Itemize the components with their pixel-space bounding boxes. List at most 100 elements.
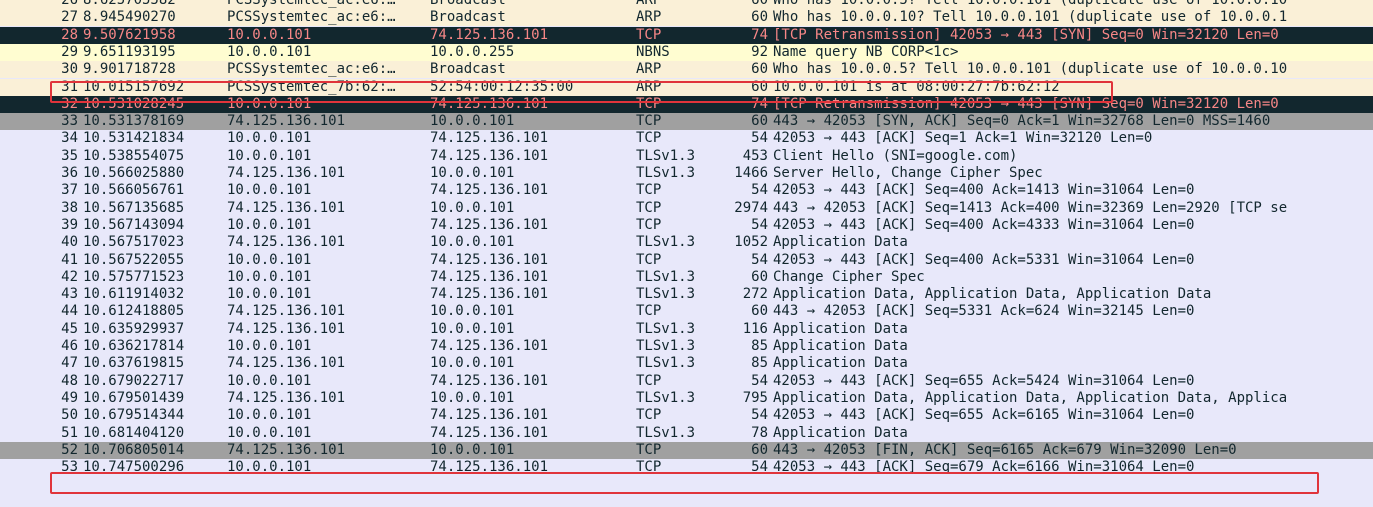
packet-source: 10.0.0.101 [227, 459, 312, 476]
packet-info: Application Data [773, 355, 908, 372]
packet-time: 10.567517023 [83, 234, 185, 251]
packet-time: 10.635929937 [83, 320, 185, 337]
packet-row-45[interactable]: 45 10.635929937 74.125.136.101 10.0.0.101 TL… [0, 320, 1373, 338]
packet-length: 60 [751, 9, 768, 26]
packet-time: 10.679501439 [83, 389, 185, 406]
packet-number: 30 [61, 61, 78, 78]
packet-protocol: TLSv1.3 [636, 320, 696, 337]
packet-length: 54 [751, 459, 768, 476]
packet-row-39[interactable]: 39 10.567143094 10.0.0.101 74.125.136.101 TC… [0, 216, 1373, 234]
packet-protocol: TLSv1.3 [636, 147, 696, 164]
packet-row-43[interactable]: 43 10.611914032 10.0.0.101 74.125.136.101 TL… [0, 286, 1373, 304]
packet-row-28[interactable]: 28 9.507621958 10.0.0.101 74.125.136.101 TCP… [0, 26, 1373, 44]
packet-time: 9.901718728 [83, 61, 176, 78]
packet-time: 10.531421834 [83, 130, 185, 147]
packet-info: Application Data, Application Data, Appl… [773, 286, 1212, 303]
packet-length: 85 [751, 338, 768, 354]
packet-info: 42053 → 443 [ACK] Seq=400 Ack=5331 Win=3… [773, 251, 1195, 268]
packet-source: 74.125.136.101 [227, 320, 346, 337]
packet-row-34[interactable]: 34 10.531421834 10.0.0.101 74.125.136.101 TC… [0, 130, 1373, 148]
packet-row-27[interactable]: 27 8.945490270 PCSSystemtec_ac:e6:… Broadca… [0, 9, 1373, 27]
packet-protocol: TCP [636, 459, 662, 476]
packet-destination: 74.125.136.101 [430, 372, 549, 389]
packet-info: 443 → 42053 [ACK] Seq=5331 Ack=624 Win=3… [773, 303, 1195, 320]
packet-destination: 10.0.0.101 [430, 303, 515, 320]
packet-row-48[interactable]: 48 10.679022717 10.0.0.101 74.125.136.101 TC… [0, 372, 1373, 390]
packet-source: PCSSystemtec_ac:e6:… [227, 0, 396, 8]
packet-protocol: TCP [636, 182, 662, 199]
packet-destination: 10.0.0.255 [430, 43, 515, 60]
packet-time: 10.567522055 [83, 251, 185, 268]
packet-row-29[interactable]: 29 9.651193195 10.0.0.101 10.0.0.255 NBNS 92 N… [0, 43, 1373, 61]
packet-source: 10.0.0.101 [227, 26, 312, 43]
packet-number: 32 [61, 95, 78, 112]
packet-row-41[interactable]: 41 10.567522055 10.0.0.101 74.125.136.101 TC… [0, 251, 1373, 269]
packet-row-50[interactable]: 50 10.679514344 10.0.0.101 74.125.136.101 TC… [0, 407, 1373, 425]
packet-number: 45 [61, 320, 78, 337]
packet-length: 54 [751, 130, 768, 147]
packet-row-53[interactable]: 53 10.747500296 10.0.0.101 74.125.136.101 TC… [0, 459, 1373, 477]
packet-row-44[interactable]: 44 10.612418805 74.125.136.101 10.0.0.101 TC… [0, 303, 1373, 321]
packet-number: 37 [61, 182, 78, 199]
packet-row-49[interactable]: 49 10.679501439 74.125.136.101 10.0.0.101 TL… [0, 389, 1373, 407]
packet-row-38[interactable]: 38 10.567135685 74.125.136.101 10.0.0.101 TC… [0, 199, 1373, 217]
packet-destination: 74.125.136.101 [430, 338, 549, 354]
packet-number: 29 [61, 43, 78, 60]
packet-row-36[interactable]: 36 10.566025880 74.125.136.101 10.0.0.101 TL… [0, 165, 1373, 182]
packet-number: 50 [61, 407, 78, 424]
packet-length: 60 [751, 441, 768, 458]
packet-row-33[interactable]: 33 10.531378169 74.125.136.101 10.0.0.101 TC… [0, 113, 1373, 131]
packet-info: 42053 → 443 [ACK] Seq=655 Ack=6165 Win=3… [773, 407, 1195, 424]
packet-info: 42053 → 443 [ACK] Seq=655 Ack=5424 Win=3… [773, 372, 1195, 389]
packet-number: 52 [61, 441, 78, 458]
packet-info: [TCP Retransmission] 42053 → 443 [SYN] S… [773, 26, 1279, 43]
packet-protocol: TCP [636, 303, 662, 320]
packet-protocol: TCP [636, 407, 662, 424]
packet-time: 10.612418805 [83, 303, 185, 320]
packet-row-46[interactable]: 46 10.636217814 10.0.0.101 74.125.136.101 TL… [0, 338, 1373, 355]
packet-source: 74.125.136.101 [227, 113, 346, 130]
packet-row-51[interactable]: 51 10.681404120 10.0.0.101 74.125.136.101 TL… [0, 424, 1373, 442]
packet-time: 8.945490270 [83, 9, 176, 26]
packet-length: 2974 [734, 199, 768, 216]
packet-info: Application Data, Application Data, Appl… [773, 389, 1288, 406]
packet-list[interactable]: 26 8.625705582 PCSSystemtec_ac:e6:… Broadca… [0, 0, 1373, 507]
packet-time: 10.706805014 [83, 441, 185, 458]
packet-row-42[interactable]: 42 10.575771523 10.0.0.101 74.125.136.101 TL… [0, 268, 1373, 286]
packet-length: 78 [751, 424, 768, 441]
packet-time: 10.637619815 [83, 355, 185, 372]
packet-protocol: TCP [636, 199, 662, 216]
packet-row-32[interactable]: 32 10.531028245 10.0.0.101 74.125.136.101 TC… [0, 95, 1373, 113]
packet-protocol: TLSv1.3 [636, 234, 696, 251]
packet-time: 9.507621958 [83, 26, 176, 43]
packet-row-37[interactable]: 37 10.566056761 10.0.0.101 74.125.136.101 TC… [0, 182, 1373, 200]
packet-info: Change Cipher Spec [773, 268, 925, 285]
packet-destination: 10.0.0.101 [430, 234, 515, 251]
packet-source: 74.125.136.101 [227, 441, 346, 458]
packet-row-47[interactable]: 47 10.637619815 74.125.136.101 10.0.0.101 TL… [0, 355, 1373, 373]
packet-protocol: TLSv1.3 [636, 268, 696, 285]
packet-info: Server Hello, Change Cipher Spec [773, 165, 1043, 181]
packet-info: [TCP Retransmission] 42053 → 443 [SYN] S… [773, 95, 1279, 112]
packet-number: 27 [61, 9, 78, 26]
packet-info: Who has 10.0.0.10? Tell 10.0.0.101 (dupl… [773, 9, 1288, 26]
packet-length: 116 [742, 320, 768, 337]
packet-row-26[interactable]: 26 8.625705582 PCSSystemtec_ac:e6:… Broadca… [0, 0, 1373, 9]
packet-number: 33 [61, 113, 78, 130]
packet-length: 795 [742, 389, 768, 406]
packet-destination: 10.0.0.101 [430, 320, 515, 337]
packet-protocol: TCP [636, 26, 662, 43]
packet-row-35[interactable]: 35 10.538554075 10.0.0.101 74.125.136.101 TL… [0, 147, 1373, 165]
packet-source: PCSSystemtec_ac:e6:… [227, 61, 396, 78]
packet-time: 10.575771523 [83, 268, 185, 285]
packet-length: 54 [751, 182, 768, 199]
packet-length: 453 [742, 147, 768, 164]
packet-info: 443 → 42053 [ACK] Seq=1413 Ack=400 Win=3… [773, 199, 1288, 216]
packet-row-30[interactable]: 30 9.901718728 PCSSystemtec_ac:e6:… Broadca… [0, 61, 1373, 79]
packet-destination: 10.0.0.101 [430, 113, 515, 130]
packet-row-31[interactable]: 31 10.015157692 PCSSystemtec_7b:62:… 52:54:… [0, 78, 1373, 96]
packet-source: 10.0.0.101 [227, 43, 312, 60]
packet-row-52[interactable]: 52 10.706805014 74.125.136.101 10.0.0.101 TC… [0, 441, 1373, 459]
packet-protocol: ARP [636, 78, 662, 95]
packet-row-40[interactable]: 40 10.567517023 74.125.136.101 10.0.0.101 TL… [0, 234, 1373, 252]
